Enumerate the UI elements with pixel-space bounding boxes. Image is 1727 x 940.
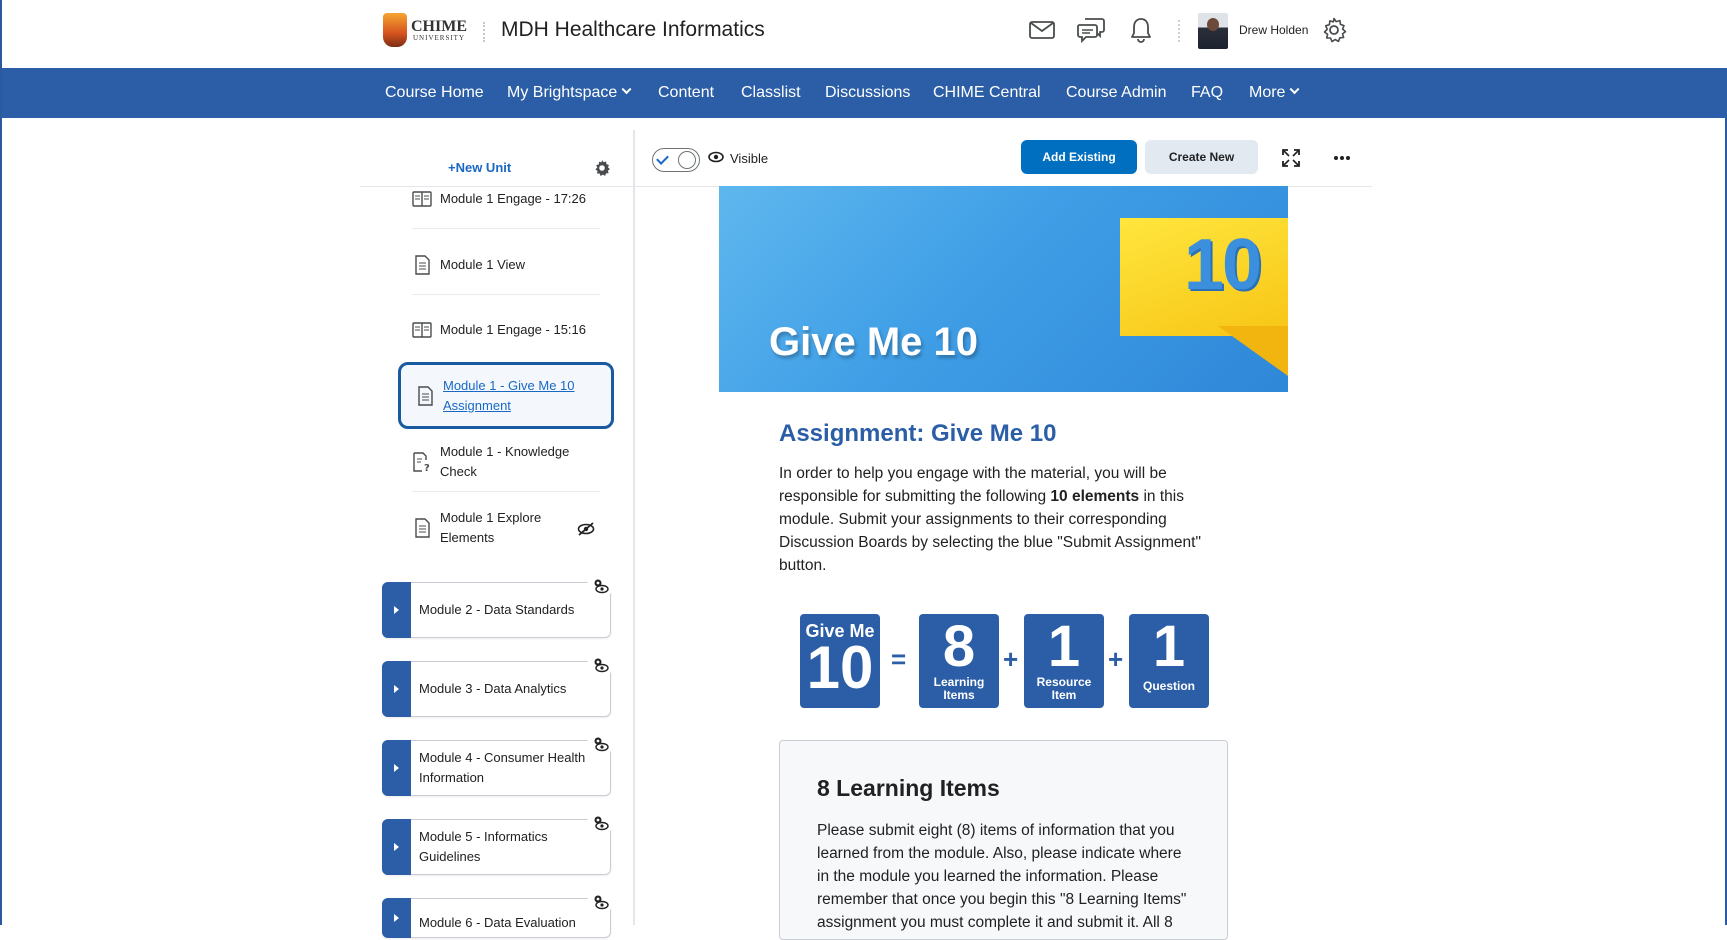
topic-module-1-engage-15-16[interactable]: Module 1 Engage - 15:16 — [412, 320, 602, 340]
course-navbar: Course Home My Brightspace Content Class… — [2, 68, 1727, 118]
chevron-down-icon — [621, 84, 632, 95]
nav-more[interactable]: More — [1249, 84, 1300, 102]
visibility-settings-icon[interactable] — [587, 889, 613, 915]
module-4-consumer-health-information[interactable]: Module 4 - Consumer Health Information — [382, 731, 613, 796]
checkmark-icon — [656, 152, 669, 165]
mail-icon[interactable] — [1026, 14, 1058, 46]
expand-caret-icon[interactable] — [382, 819, 411, 875]
hidden-eye-icon — [577, 520, 595, 538]
document-icon — [412, 518, 432, 538]
learning-items-card: 8 Learning Items Please submit eight (8)… — [779, 740, 1228, 940]
panel-divider[interactable] — [633, 130, 635, 925]
chevron-down-icon — [1290, 84, 1300, 95]
topic-module-1-engage-17-26[interactable]: Module 1 Engage - 17:26 — [412, 189, 602, 209]
speech-bubble-tail — [1218, 326, 1288, 376]
quiz-icon: ? — [412, 452, 432, 472]
topic-separator — [412, 491, 600, 492]
nav-my-brightspace[interactable]: My Brightspace — [507, 84, 632, 102]
chime-logo[interactable]: CHIME UNIVERSITY — [383, 12, 467, 48]
nav-chime-central[interactable]: CHIME Central — [933, 84, 1041, 102]
formula-learning-items-box: 8 Learning Items — [919, 614, 999, 708]
logo-text: CHIME — [411, 17, 467, 35]
nav-classlist[interactable]: Classlist — [741, 84, 801, 102]
module-6-data-evaluation[interactable]: Module 6 - Data Evaluation — [382, 889, 613, 938]
create-new-button[interactable]: Create New — [1145, 140, 1258, 174]
panel-divider — [360, 186, 634, 187]
svg-text:?: ? — [424, 463, 430, 472]
logo-subtext: UNIVERSITY — [413, 33, 465, 42]
module-3-data-analytics[interactable]: Module 3 - Data Analytics — [382, 652, 613, 717]
formula-question-box: 1 Question — [1129, 614, 1209, 708]
nav-course-admin[interactable]: Course Admin — [1066, 84, 1167, 102]
visibility-settings-icon[interactable] — [587, 731, 613, 757]
topic-separator — [412, 294, 600, 295]
card-body: Please submit eight (8) items of informa… — [817, 822, 1187, 931]
app-window: CHIME UNIVERSITY MDH Healthcare Informat… — [0, 0, 1727, 940]
nav-discussions[interactable]: Discussions — [825, 84, 910, 102]
equals-sign: = — [891, 644, 907, 674]
nav-course-home[interactable]: Course Home — [385, 84, 484, 102]
avatar[interactable] — [1198, 13, 1228, 49]
reading-icon — [412, 189, 432, 209]
more-options-icon[interactable] — [1331, 147, 1353, 169]
add-existing-button[interactable]: Add Existing — [1021, 140, 1137, 174]
topic-module-1-knowledge-check[interactable]: ? Module 1 - Knowledge Check — [412, 442, 602, 482]
document-icon — [415, 386, 435, 406]
visibility-settings-icon[interactable] — [587, 652, 613, 678]
expand-caret-icon[interactable] — [382, 898, 411, 938]
banner-title: Give Me 10 — [769, 320, 979, 364]
plus-sign: + — [1108, 644, 1124, 674]
bell-icon[interactable] — [1125, 14, 1157, 46]
visibility-toggle[interactable] — [652, 148, 700, 172]
flame-logo-icon — [383, 13, 407, 47]
user-name[interactable]: Drew Holden — [1239, 23, 1308, 37]
expand-caret-icon[interactable] — [382, 740, 411, 796]
visibility-status: Visible — [708, 151, 768, 166]
new-unit-button[interactable]: +New Unit — [448, 160, 511, 175]
formula-total-box: Give Me 10 — [800, 614, 880, 708]
reading-icon — [412, 320, 432, 340]
give-me-10-formula: Give Me 10 = 8 Learning Items + 1 Resour… — [800, 614, 1210, 708]
topic-module-1-view[interactable]: Module 1 View — [412, 255, 602, 275]
top-header: CHIME UNIVERSITY MDH Healthcare Informat… — [2, 0, 1727, 68]
fullscreen-icon[interactable] — [1280, 147, 1302, 169]
plus-sign: + — [1003, 644, 1019, 674]
give-me-10-banner: 10 Give Me 10 — [719, 186, 1288, 392]
card-title: 8 Learning Items — [817, 775, 1000, 801]
visibility-settings-icon[interactable] — [587, 573, 613, 599]
assignment-title: Assignment: Give Me 10 — [779, 420, 1057, 447]
course-title[interactable]: MDH Healthcare Informatics — [501, 18, 765, 42]
toggle-knob — [678, 151, 696, 169]
module-5-informatics-guidelines[interactable]: Module 5 - Informatics Guidelines — [382, 810, 613, 875]
topic-module-1-explore-elements[interactable]: Module 1 Explore Elements — [412, 508, 562, 548]
banner-number: 10 — [1183, 225, 1262, 305]
expand-caret-icon[interactable] — [382, 582, 411, 638]
header-divider — [483, 22, 485, 42]
visibility-settings-icon[interactable] — [587, 810, 613, 836]
module-2-data-standards[interactable]: Module 2 - Data Standards — [382, 573, 613, 638]
plus-icon: + — [448, 160, 456, 175]
topic-separator — [412, 228, 600, 229]
chat-icon[interactable] — [1075, 14, 1107, 46]
settings-gear-icon[interactable] — [593, 159, 611, 177]
eye-icon — [708, 151, 724, 166]
assignment-intro: In order to help you engage with the mat… — [779, 465, 1201, 574]
nav-content[interactable]: Content — [658, 84, 714, 102]
document-icon — [412, 255, 432, 275]
topic-module-1-give-me-10-assignment[interactable]: Module 1 - Give Me 10 Assignment — [398, 362, 614, 429]
formula-resource-item-box: 1 Resource Item — [1024, 614, 1104, 708]
nav-faq[interactable]: FAQ — [1191, 84, 1223, 102]
header-divider — [1178, 20, 1180, 42]
gear-icon[interactable] — [1318, 14, 1350, 46]
expand-caret-icon[interactable] — [382, 661, 411, 717]
